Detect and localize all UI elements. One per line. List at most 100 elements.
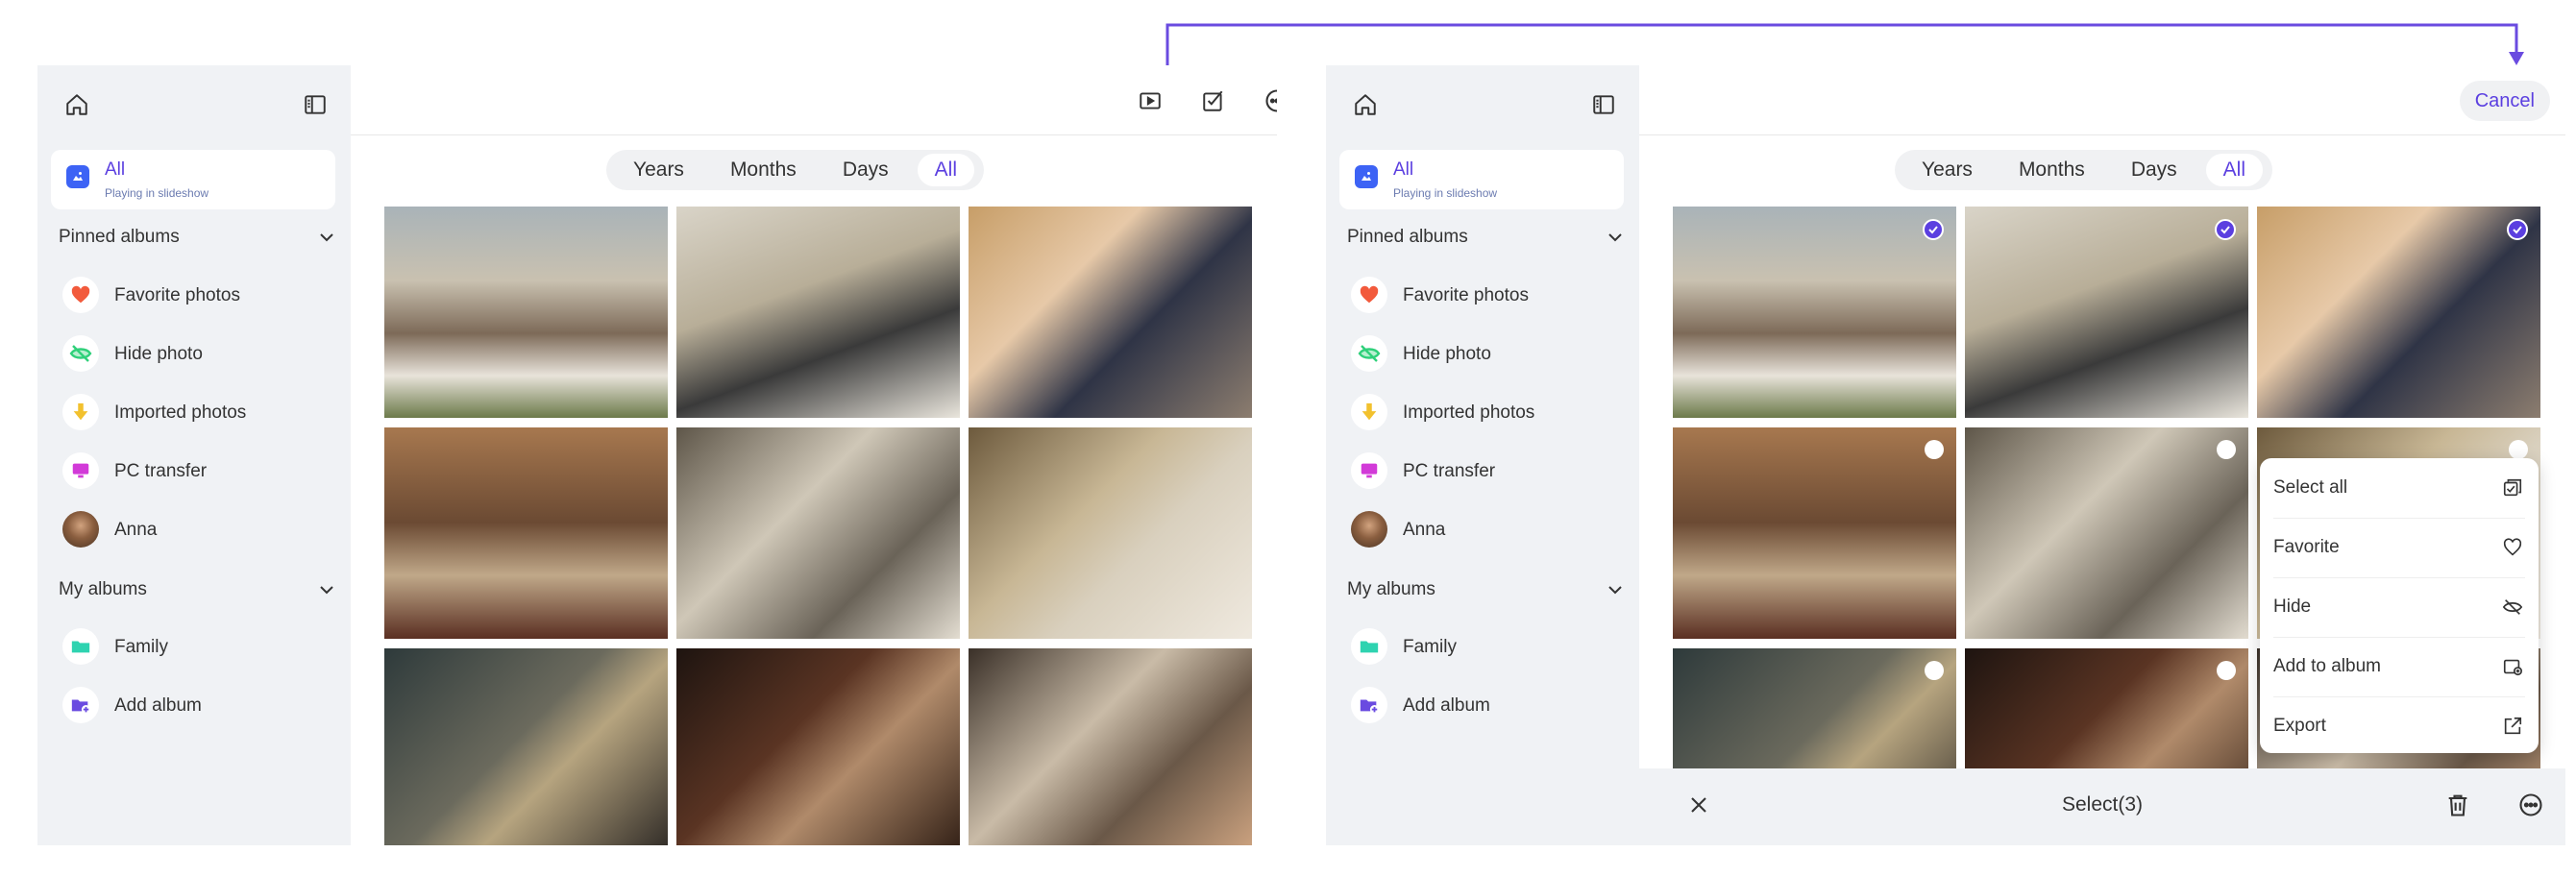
unchecked-circle-icon[interactable] bbox=[1925, 661, 1944, 680]
add-to-album-icon bbox=[2500, 654, 2525, 679]
gallery-icon bbox=[66, 165, 89, 188]
photo-thumbnail[interactable] bbox=[969, 427, 1252, 639]
trash-icon[interactable] bbox=[2444, 792, 2471, 823]
photos-window-browse: All Playing in slideshow Pinned albums F… bbox=[37, 65, 1277, 845]
segment-days[interactable]: Days bbox=[2114, 154, 2195, 186]
checked-icon[interactable] bbox=[2215, 219, 2236, 240]
sidebar-item-label: All bbox=[1393, 159, 1414, 180]
sidebar-item-pc-transfer[interactable]: PC transfer bbox=[1351, 452, 1620, 491]
photo-thumbnail[interactable] bbox=[676, 648, 960, 845]
sidebar-item-add-album[interactable]: Add album bbox=[62, 687, 331, 725]
sidebar-item-anna[interactable]: Anna bbox=[62, 511, 331, 549]
top-toolbar: Cancel bbox=[1639, 65, 2565, 135]
home-icon[interactable] bbox=[61, 88, 93, 121]
segment-months[interactable]: Months bbox=[2001, 154, 2102, 186]
sidebar-item-label: All bbox=[105, 159, 126, 180]
add-folder-icon bbox=[1351, 687, 1387, 723]
segment-days[interactable]: Days bbox=[825, 154, 906, 186]
sidebar-item-imported-photos[interactable]: Imported photos bbox=[1351, 394, 1620, 432]
more-actions-menu: Select all Favorite Hide Add to album Ex… bbox=[2260, 458, 2539, 753]
download-arrow-icon bbox=[1351, 394, 1387, 430]
monitor-icon bbox=[62, 452, 99, 489]
segment-all[interactable]: All bbox=[2205, 154, 2264, 186]
photo-thumbnail[interactable] bbox=[1673, 207, 1956, 418]
segment-years[interactable]: Years bbox=[1904, 154, 1990, 186]
more-options-icon[interactable] bbox=[2517, 792, 2544, 823]
avatar bbox=[1351, 511, 1387, 548]
sidebar: All Playing in slideshow Pinned albums F… bbox=[37, 65, 351, 845]
avatar bbox=[62, 511, 99, 548]
sidebar-item-all[interactable]: All Playing in slideshow bbox=[51, 150, 335, 209]
sidebar-item-pc-transfer[interactable]: PC transfer bbox=[62, 452, 331, 491]
segment-months[interactable]: Months bbox=[713, 154, 814, 186]
photo-thumbnail[interactable] bbox=[676, 207, 960, 418]
slideshow-play-icon[interactable] bbox=[1134, 85, 1166, 117]
hidden-eye-icon bbox=[62, 335, 99, 372]
sidebar-item-all[interactable]: All Playing in slideshow bbox=[1339, 150, 1624, 209]
time-range-segmented-control: Years Months Days All bbox=[606, 150, 985, 190]
unchecked-circle-icon[interactable] bbox=[1925, 440, 1944, 459]
folder-icon bbox=[62, 628, 99, 665]
photo-thumbnail[interactable] bbox=[1965, 207, 2248, 418]
my-albums-header[interactable]: My albums bbox=[59, 579, 337, 600]
pinned-albums-header[interactable]: Pinned albums bbox=[1347, 227, 1626, 248]
photo-thumbnail[interactable] bbox=[384, 207, 668, 418]
my-albums-header[interactable]: My albums bbox=[1347, 579, 1626, 600]
photo-thumbnail[interactable] bbox=[384, 648, 668, 845]
sidebar-toggle-icon[interactable] bbox=[299, 88, 331, 121]
sidebar-item-add-album[interactable]: Add album bbox=[1351, 687, 1620, 725]
pinned-albums-header[interactable]: Pinned albums bbox=[59, 227, 337, 248]
sidebar-item-hide-photo[interactable]: Hide photo bbox=[62, 335, 331, 374]
heart-icon bbox=[62, 277, 99, 313]
sidebar-item-favorite-photos[interactable]: Favorite photos bbox=[62, 277, 331, 315]
hidden-eye-icon bbox=[1351, 335, 1387, 372]
segment-all[interactable]: All bbox=[917, 154, 975, 186]
chevron-down-icon bbox=[1607, 581, 1624, 604]
sidebar-item-subtitle: Playing in slideshow bbox=[1393, 186, 1498, 200]
checked-icon[interactable] bbox=[2507, 219, 2528, 240]
select-mode-icon[interactable] bbox=[1197, 85, 1230, 117]
sidebar-item-anna[interactable]: Anna bbox=[1351, 511, 1620, 549]
home-icon[interactable] bbox=[1349, 88, 1382, 121]
unchecked-circle-icon[interactable] bbox=[2509, 440, 2528, 459]
photo-thumbnail[interactable] bbox=[384, 427, 668, 639]
menu-item-hide[interactable]: Hide bbox=[2273, 577, 2525, 638]
sidebar-toggle-icon[interactable] bbox=[1587, 88, 1620, 121]
photos-window-select-mode: All Playing in slideshow Pinned albums F… bbox=[1326, 65, 2565, 845]
photo-thumbnail[interactable] bbox=[1673, 427, 1956, 639]
menu-item-export[interactable]: Export bbox=[2273, 696, 2525, 756]
sidebar-item-family[interactable]: Family bbox=[62, 628, 331, 667]
sidebar-item-subtitle: Playing in slideshow bbox=[105, 186, 209, 200]
sidebar-item-favorite-photos[interactable]: Favorite photos bbox=[1351, 277, 1620, 315]
menu-item-select-all[interactable]: Select all bbox=[2273, 458, 2525, 519]
unchecked-circle-icon[interactable] bbox=[2217, 440, 2236, 459]
chevron-down-icon bbox=[318, 229, 335, 252]
folder-icon bbox=[1351, 628, 1387, 665]
time-range-segmented-control: Years Months Days All bbox=[1895, 150, 2273, 190]
monitor-icon bbox=[1351, 452, 1387, 489]
more-options-icon[interactable] bbox=[1261, 85, 1277, 117]
sidebar: All Playing in slideshow Pinned albums F… bbox=[1326, 65, 1639, 845]
sidebar-item-family[interactable]: Family bbox=[1351, 628, 1620, 667]
unchecked-circle-icon[interactable] bbox=[2217, 661, 2236, 680]
checked-icon[interactable] bbox=[1923, 219, 1944, 240]
selection-bottom-bar: Select(3) bbox=[1639, 768, 2565, 845]
photo-thumbnail[interactable] bbox=[1965, 427, 2248, 639]
segment-years[interactable]: Years bbox=[616, 154, 701, 186]
cancel-button[interactable]: Cancel bbox=[2459, 81, 2550, 121]
photo-thumbnail[interactable] bbox=[2257, 207, 2540, 418]
gallery-icon bbox=[1355, 165, 1378, 188]
eye-off-icon bbox=[2500, 595, 2525, 620]
select-all-icon bbox=[2500, 475, 2525, 500]
sidebar-item-imported-photos[interactable]: Imported photos bbox=[62, 394, 331, 432]
top-toolbar bbox=[351, 65, 1277, 135]
photo-thumbnail[interactable] bbox=[969, 207, 1252, 418]
download-arrow-icon bbox=[62, 394, 99, 430]
sidebar-item-hide-photo[interactable]: Hide photo bbox=[1351, 335, 1620, 374]
photo-thumbnail[interactable] bbox=[969, 648, 1252, 845]
export-icon bbox=[2500, 714, 2525, 739]
photo-thumbnail[interactable] bbox=[676, 427, 960, 639]
menu-item-favorite[interactable]: Favorite bbox=[2273, 518, 2525, 578]
chevron-down-icon bbox=[318, 581, 335, 604]
menu-item-add-to-album[interactable]: Add to album bbox=[2273, 637, 2525, 697]
